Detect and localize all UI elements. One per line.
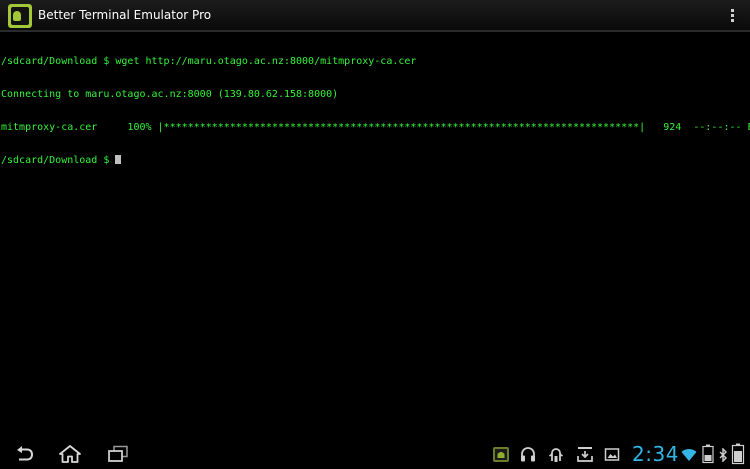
terminal-cursor (115, 155, 122, 164)
system-bar: 2:34 (0, 439, 750, 469)
home-icon[interactable] (58, 444, 82, 464)
action-bar: Better Terminal Emulator Pro (0, 0, 750, 32)
terminal-notification-icon[interactable] (492, 446, 510, 467)
tablet-screen: Better Terminal Emulator Pro /sdcard/Dow… (0, 0, 750, 469)
recent-apps-icon[interactable] (106, 444, 130, 464)
terminal-line: mitmproxy-ca.cer 100% |*****************… (1, 122, 750, 133)
terminal-output[interactable]: /sdcard/Download $ wget http://maru.otag… (0, 34, 750, 434)
clock[interactable]: 2:34 (632, 442, 679, 466)
terminal-line: Connecting to maru.otago.ac.nz:8000 (139… (1, 89, 339, 100)
usb-debugging-icon[interactable] (548, 446, 564, 467)
terminal-prompt: /sdcard/Download $ (1, 155, 116, 166)
battery-icon (731, 443, 745, 469)
overflow-menu-icon[interactable] (730, 9, 736, 25)
download-icon[interactable] (576, 446, 594, 467)
terminal-line: /sdcard/Download $ wget http://maru.otag… (1, 56, 417, 67)
screenshot-icon[interactable] (604, 446, 620, 467)
app-title: Better Terminal Emulator Pro (38, 8, 212, 22)
bluetooth-icon (718, 447, 728, 466)
back-icon[interactable] (12, 444, 36, 464)
wifi-icon (681, 447, 697, 466)
android-terminal-icon[interactable] (8, 4, 32, 28)
battery-icon (702, 444, 714, 468)
terminal-prompt-line[interactable]: /sdcard/Download $ (0, 155, 750, 166)
headset-icon[interactable] (520, 446, 536, 467)
